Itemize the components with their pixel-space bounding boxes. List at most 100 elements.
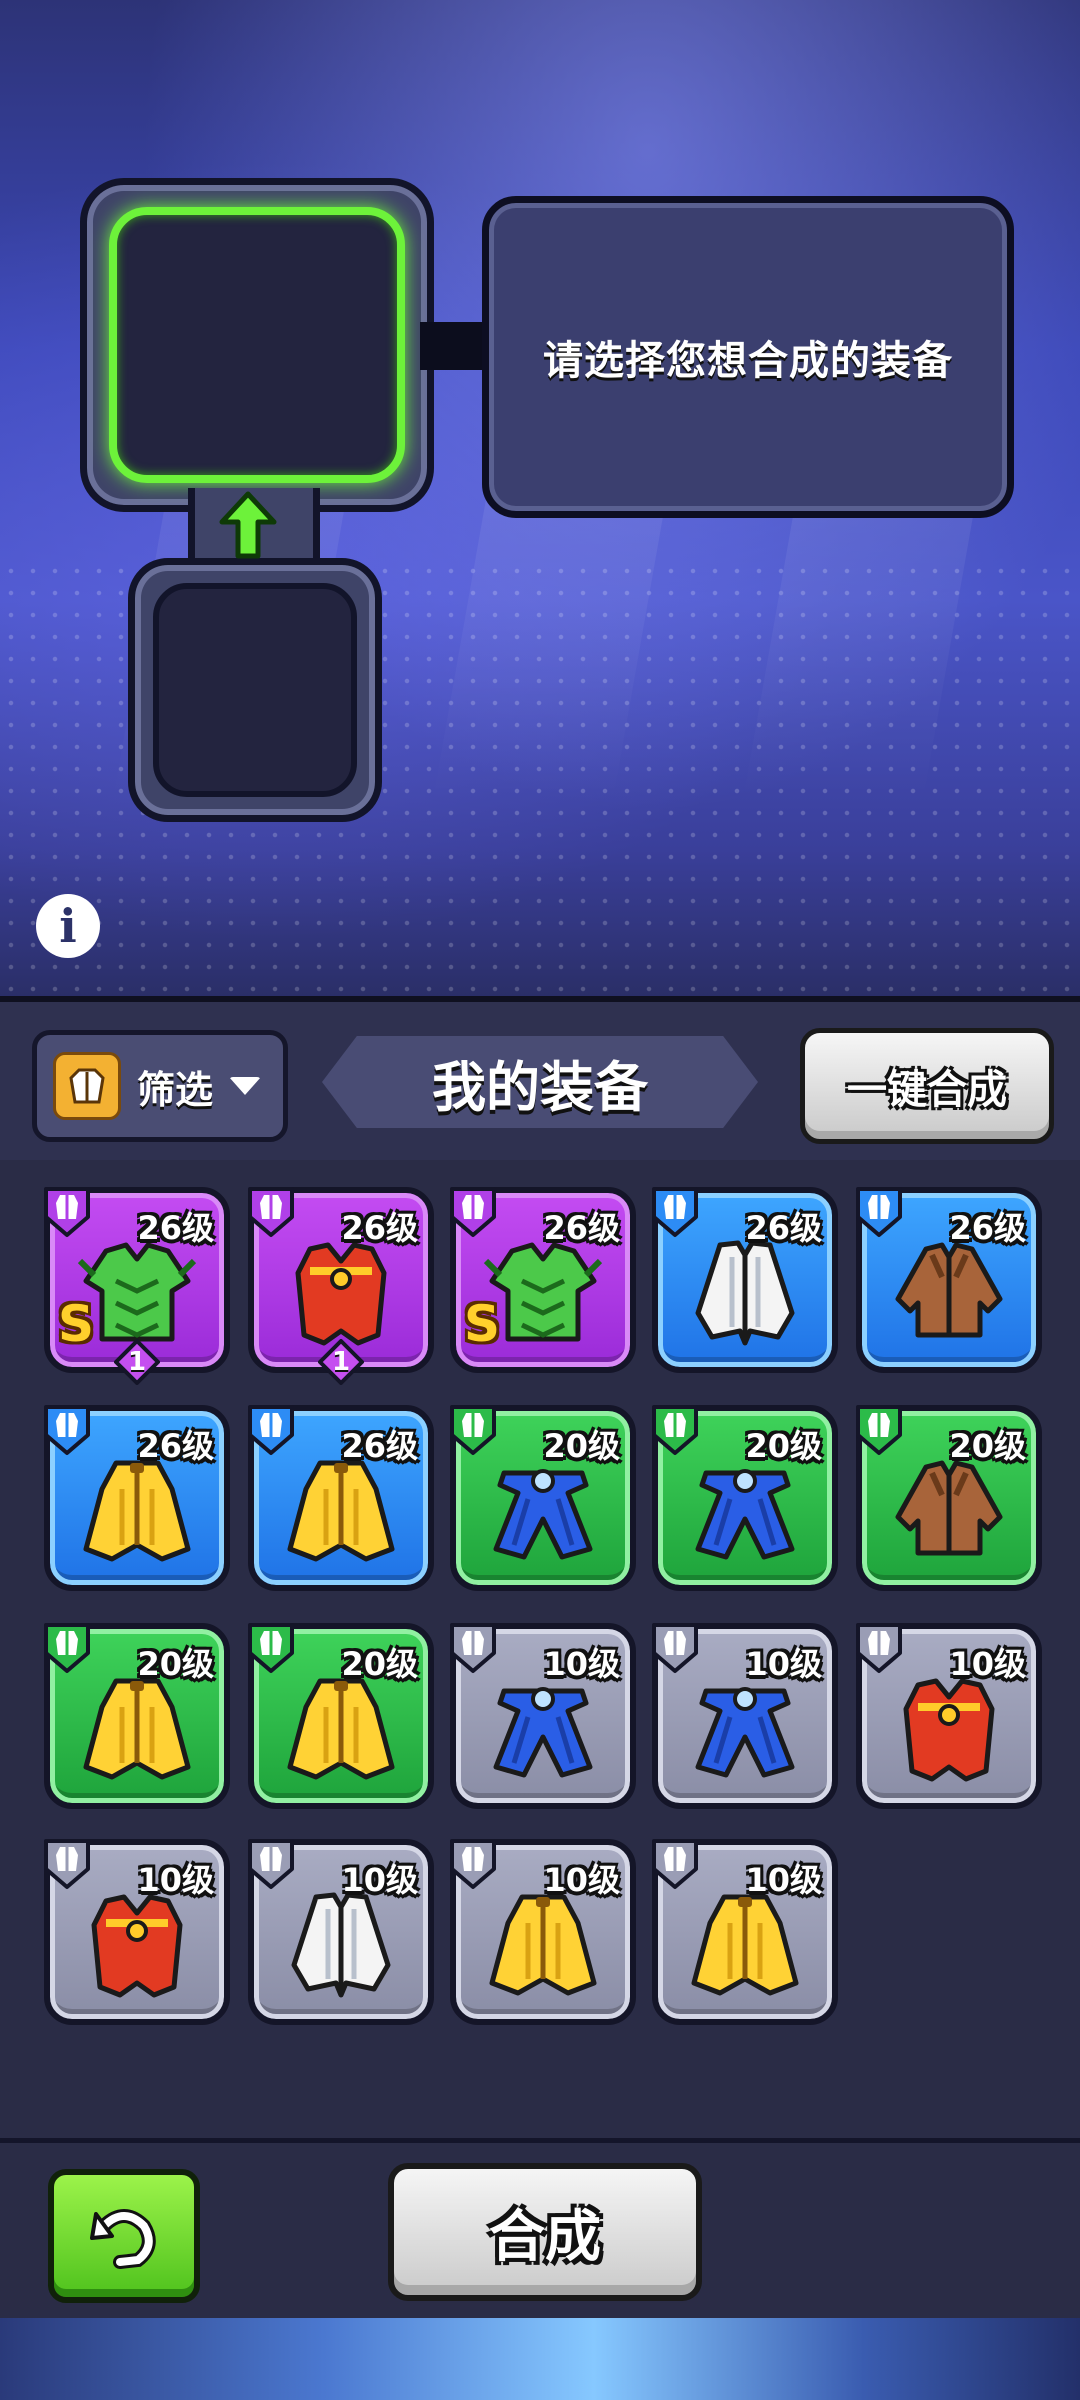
info-icon[interactable]: i <box>36 894 100 958</box>
target-equipment-slot[interactable] <box>80 178 434 512</box>
equipment-type-badge-icon <box>44 1839 90 1889</box>
equipment-card[interactable]: 10级 <box>450 1839 636 2025</box>
equipment-type-badge-icon <box>856 1405 902 1455</box>
equipment-level: 10级 <box>745 1645 822 1683</box>
target-slot-highlight <box>109 207 405 483</box>
yellow-robe-icon <box>684 1883 806 2005</box>
red-vest-icon <box>888 1667 1010 1789</box>
white-coat-icon <box>684 1231 806 1353</box>
equipment-level: 26级 <box>949 1209 1026 1247</box>
hint-connector <box>420 322 486 370</box>
equipment-card[interactable]: 26级 S 1 <box>44 1187 230 1385</box>
equipment-card[interactable]: 26级 <box>248 1405 434 1591</box>
equipment-level: 26级 <box>745 1209 822 1247</box>
equipment-card[interactable]: 10级 <box>856 1623 1042 1809</box>
equipment-card[interactable]: 20级 <box>44 1623 230 1809</box>
equipment-count-gem: 1 <box>114 1339 160 1385</box>
up-arrow-icon <box>219 491 277 559</box>
brown-jacket-icon <box>888 1231 1010 1353</box>
equipment-type-badge-icon <box>652 1405 698 1455</box>
white-coat-icon <box>280 1883 402 2005</box>
equipment-type-badge-icon <box>44 1405 90 1455</box>
merge-button[interactable]: 合成 <box>388 2163 702 2301</box>
hint-box: 请选择您想合成的装备 <box>482 196 1014 518</box>
equipment-level: 26级 <box>137 1209 214 1247</box>
equipment-type-badge-icon <box>450 1187 496 1237</box>
equipment-card[interactable]: 26级 <box>856 1187 1042 1373</box>
equipment-card[interactable]: 26级 <box>44 1405 230 1591</box>
equipment-card[interactable]: 10级 <box>652 1839 838 2025</box>
equipment-type-badge-icon <box>44 1623 90 1673</box>
equipment-count: 1 <box>127 1347 147 1377</box>
one-click-merge-label: 一键合成 <box>847 1067 1007 1113</box>
equipment-type-badge-icon <box>248 1623 294 1673</box>
return-arrow-icon <box>90 2209 156 2269</box>
equipment-card[interactable]: 10级 <box>450 1623 636 1809</box>
equipment-rank: S <box>58 1295 95 1353</box>
equipment-card[interactable]: 20级 <box>248 1623 434 1809</box>
blue-cape-icon <box>482 1667 604 1789</box>
equipment-level: 10级 <box>745 1861 822 1899</box>
equipment-level: 26级 <box>543 1209 620 1247</box>
red-vest-icon <box>280 1231 402 1353</box>
red-vest-icon <box>76 1883 198 2005</box>
equipment-panel: 筛选 我的装备 一键合成 26级 S 1 26级 1 26级 S 26级 26级… <box>0 996 1080 2332</box>
equipment-type-badge-icon <box>450 1405 496 1455</box>
equipment-level: 10级 <box>949 1645 1026 1683</box>
filter-label: 筛选 <box>137 1067 214 1112</box>
equipment-card[interactable]: 26级 S <box>450 1187 636 1373</box>
equipment-level: 26级 <box>341 1209 418 1247</box>
blue-cape-icon <box>684 1449 806 1571</box>
blue-cape-icon <box>684 1667 806 1789</box>
equipment-card[interactable]: 20级 <box>652 1405 838 1591</box>
yellow-robe-icon <box>280 1449 402 1571</box>
equipment-card[interactable]: 10级 <box>248 1839 434 2025</box>
equipment-level: 20级 <box>137 1645 214 1683</box>
material-slot-inner <box>153 583 357 797</box>
hint-text: 请选择您想合成的装备 <box>543 338 953 384</box>
panel-title: 我的装备 <box>432 1055 648 1119</box>
equipment-level: 10级 <box>543 1861 620 1899</box>
equipment-level: 26级 <box>341 1427 418 1465</box>
equipment-card[interactable]: 20级 <box>856 1405 1042 1591</box>
equipment-level: 10级 <box>137 1861 214 1899</box>
material-equipment-slot[interactable] <box>128 558 382 822</box>
equipment-type-badge-icon <box>652 1623 698 1673</box>
equipment-count-gem: 1 <box>318 1339 364 1385</box>
equipment-level: 10级 <box>341 1861 418 1899</box>
panel-title-banner: 我的装备 <box>322 1036 758 1128</box>
equipment-type-badge-icon <box>856 1623 902 1673</box>
equipment-card[interactable]: 26级 1 <box>248 1187 434 1385</box>
equipment-card[interactable]: 26级 <box>652 1187 838 1373</box>
back-button[interactable] <box>48 2169 200 2303</box>
equipment-card[interactable]: 10级 <box>652 1623 838 1809</box>
yellow-robe-icon <box>76 1667 198 1789</box>
equipment-level: 20级 <box>543 1427 620 1465</box>
merge-scene: 请选择您想合成的装备 i <box>0 0 1080 1000</box>
equipment-card[interactable]: 20级 <box>450 1405 636 1591</box>
equipment-count: 1 <box>331 1347 351 1377</box>
equipment-type-badge-icon <box>652 1187 698 1237</box>
equipment-rank: S <box>464 1295 501 1353</box>
equipment-type-badge-icon <box>248 1187 294 1237</box>
one-click-merge-button[interactable]: 一键合成 <box>800 1028 1054 1144</box>
equipment-type-badge-icon <box>450 1839 496 1889</box>
equipment-level: 20级 <box>949 1427 1026 1465</box>
yellow-robe-icon <box>280 1667 402 1789</box>
robe-filter-icon <box>53 1052 121 1120</box>
filter-button[interactable]: 筛选 <box>32 1030 288 1142</box>
yellow-robe-icon <box>482 1883 604 2005</box>
equipment-level: 20级 <box>745 1427 822 1465</box>
panel-header: 筛选 我的装备 一键合成 <box>0 1002 1080 1160</box>
green-armor-icon <box>482 1231 604 1353</box>
equipment-level: 26级 <box>137 1427 214 1465</box>
equipment-level: 10级 <box>543 1645 620 1683</box>
equipment-type-badge-icon <box>450 1623 496 1673</box>
equipment-card[interactable]: 10级 <box>44 1839 230 2025</box>
equipment-type-badge-icon <box>44 1187 90 1237</box>
equipment-level: 20级 <box>341 1645 418 1683</box>
footer-bar: 合成 <box>0 2138 1080 2315</box>
merge-label: 合成 <box>489 2204 601 2270</box>
equipment-type-badge-icon <box>248 1839 294 1889</box>
equipment-type-badge-icon <box>856 1187 902 1237</box>
